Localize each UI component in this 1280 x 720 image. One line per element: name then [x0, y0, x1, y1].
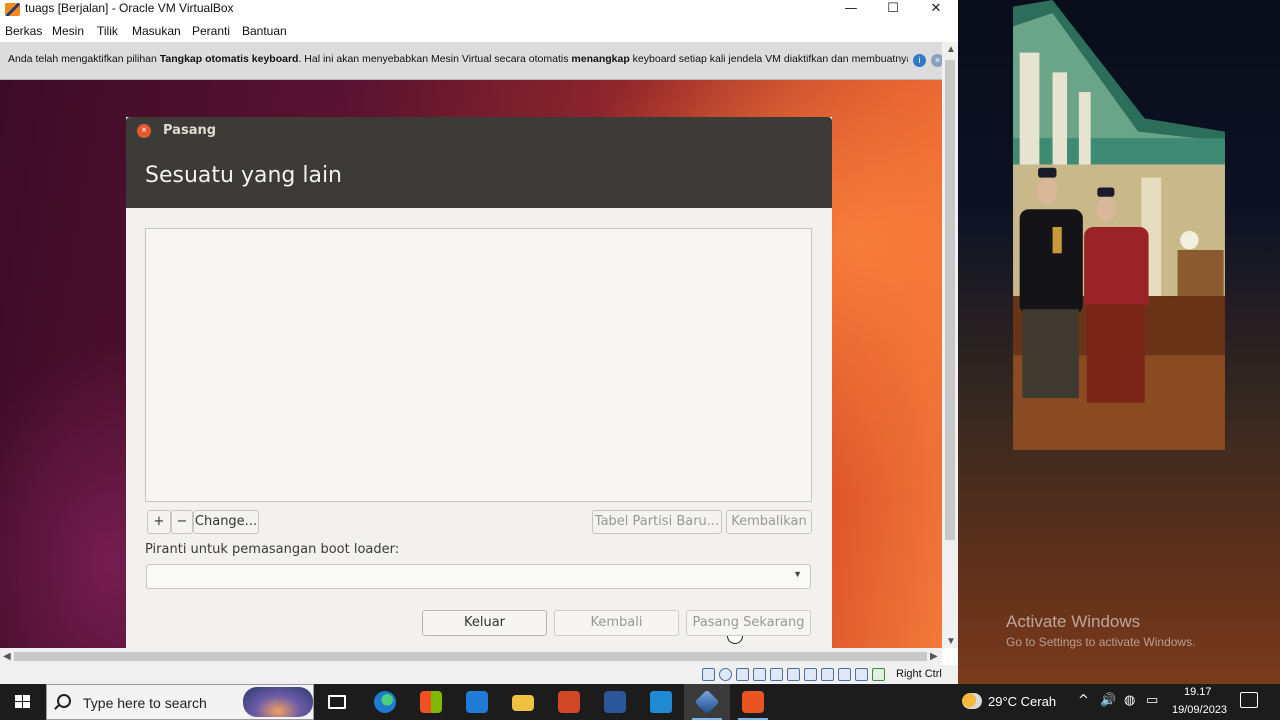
maximize-button[interactable]: ☐ [872, 0, 914, 20]
desktop-wallpaper-photo [958, 0, 1280, 684]
taskbar-powerpoint[interactable] [546, 684, 592, 720]
recording-icon[interactable] [821, 668, 834, 681]
taskbar-mail[interactable] [454, 684, 500, 720]
search-highlight-image [243, 687, 313, 717]
remove-partition-button[interactable]: − [171, 510, 193, 534]
tray-overflow-icon[interactable]: ^ [1078, 693, 1089, 708]
bootloader-label: Piranti untuk pemasangan boot loader: [145, 542, 400, 557]
installer-window-title: Pasang [163, 123, 217, 138]
windows-start-icon [15, 695, 30, 708]
scroll-up-icon[interactable]: ▲ [946, 44, 956, 55]
search-placeholder: Type here to search [83, 695, 207, 711]
taskbar-weather[interactable]: 29°C Cerah [958, 684, 1070, 720]
add-partition-button[interactable]: + [147, 510, 171, 534]
powerpoint-icon [558, 691, 580, 713]
window-title: tuags [Berjalan] - Oracle VM VirtualBox [25, 1, 234, 15]
taskbar-store[interactable] [408, 684, 454, 720]
globe-icon[interactable]: ◍ [1124, 693, 1135, 708]
hard-disk-icon[interactable] [702, 668, 715, 681]
clock-date[interactable]: 19/09/2023 [1172, 704, 1227, 716]
cpu-icon[interactable] [838, 668, 851, 681]
installer-close-icon[interactable]: × [137, 124, 151, 138]
vertical-scroll-thumb[interactable] [945, 60, 955, 540]
activate-windows-title: Activate Windows [1006, 612, 1141, 631]
network-icon[interactable] [753, 668, 766, 681]
store-icon [420, 691, 442, 713]
scroll-right-icon[interactable]: ▶ [930, 651, 938, 662]
mail-icon [466, 691, 488, 713]
ubuntu-vm-icon [742, 691, 764, 713]
display-icon[interactable] [804, 668, 817, 681]
scroll-down-icon[interactable]: ▼ [946, 636, 956, 647]
taskbar-search-box[interactable]: Type here to search [46, 684, 314, 720]
minimize-button[interactable]: — [830, 0, 872, 20]
close-button[interactable]: ✕ [915, 0, 957, 20]
taskbar-edge[interactable] [362, 684, 408, 720]
word-icon [604, 691, 626, 713]
menu-masukan[interactable]: Masukan [132, 24, 181, 38]
host-key-label: Right Ctrl [896, 668, 942, 680]
taskbar-word[interactable] [592, 684, 638, 720]
back-button[interactable]: Kembali [554, 610, 679, 636]
menu-bantuan[interactable]: Bantuan [242, 24, 287, 38]
start-button[interactable] [0, 684, 46, 720]
virtualbox-window: tuags [Berjalan] - Oracle VM VirtualBox … [0, 0, 958, 684]
new-partition-table-button[interactable]: Tabel Partisi Baru... [592, 510, 722, 534]
menu-peranti[interactable]: Peranti [192, 24, 230, 38]
weather-text: 29°C Cerah [988, 694, 1057, 709]
keyboard-capture-icon[interactable] [872, 668, 885, 681]
notice-text: Anda telah mengaktifkan pilihan Tangkap … [8, 53, 908, 65]
menu-bar: Berkas Mesin Tilik Masukan Peranti Bantu… [0, 20, 958, 42]
revert-button[interactable]: Kembalikan [726, 510, 812, 534]
horizontal-scroll-thumb[interactable] [14, 652, 927, 661]
dropdown-arrow-icon: ▼ [793, 569, 802, 579]
notice-info-icon[interactable]: i [913, 54, 926, 67]
weather-icon [962, 693, 982, 709]
scroll-left-icon[interactable]: ◀ [3, 651, 11, 662]
installer-heading: Sesuatu yang lain [145, 163, 343, 188]
taskbar-virtualbox[interactable] [684, 684, 730, 720]
menu-berkas[interactable]: Berkas [5, 24, 42, 38]
volume-icon[interactable]: 🔊 [1100, 693, 1116, 708]
installer-dialog: × Pasang Sesuatu yang lain + − Change...… [126, 117, 832, 648]
notification-center-icon[interactable] [1240, 692, 1258, 708]
audio-icon[interactable] [736, 668, 749, 681]
vm-display[interactable]: Anda telah mengaktifkan pilihan Tangkap … [0, 42, 942, 648]
mouse-integration-icon[interactable] [855, 668, 868, 681]
quit-button[interactable]: Keluar [422, 610, 547, 636]
edge-icon [374, 691, 396, 713]
optical-drive-icon[interactable] [719, 668, 732, 681]
taskbar-ubuntu-vm[interactable] [730, 684, 776, 720]
keyboard-capture-notice: Anda telah mengaktifkan pilihan Tangkap … [0, 42, 942, 80]
task-view-icon [328, 695, 346, 709]
title-bar: tuags [Berjalan] - Oracle VM VirtualBox … [0, 0, 958, 20]
usb-icon[interactable] [770, 668, 783, 681]
explorer-icon [512, 695, 534, 711]
shared-folders-icon[interactable] [787, 668, 800, 681]
install-now-button[interactable]: Pasang Sekarang [686, 610, 811, 636]
installer-header: × Pasang Sesuatu yang lain [126, 117, 832, 208]
change-partition-button[interactable]: Change... [193, 510, 259, 534]
virtualbox-icon [694, 689, 720, 715]
taskbar-explorer[interactable] [500, 684, 546, 720]
bootloader-device-select[interactable]: ▼ [146, 564, 811, 589]
task-view-button[interactable] [314, 684, 360, 720]
taskbar-vscode[interactable] [638, 684, 684, 720]
menu-mesin[interactable]: Mesin [52, 24, 84, 38]
activate-windows-subtitle: Go to Settings to activate Windows. [1006, 635, 1196, 649]
partition-table[interactable] [145, 228, 812, 502]
menu-tilik[interactable]: Tilik [97, 24, 118, 38]
search-icon [57, 694, 71, 708]
clock-time[interactable]: 19.17 [1184, 686, 1212, 698]
mosque-building-illustration [1013, 0, 1225, 450]
battery-icon[interactable]: ▭ [1146, 693, 1158, 708]
notice-close-icon[interactable]: × [931, 54, 942, 67]
vscode-icon [650, 691, 672, 713]
vbox-app-icon [5, 3, 20, 16]
